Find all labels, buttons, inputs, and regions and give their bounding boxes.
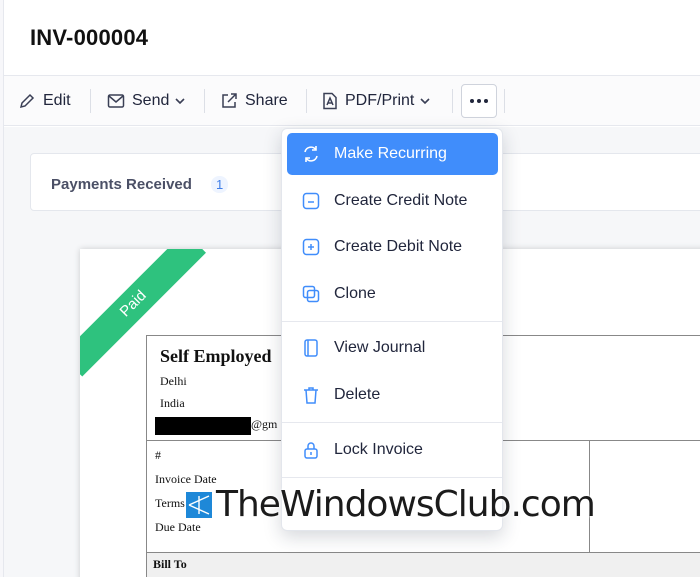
company-country: India (160, 396, 185, 410)
menu-item-label: Lock Invoice (334, 441, 423, 458)
menu-item-create-credit-note[interactable]: Create Credit Note (287, 180, 498, 222)
page-header: INV-000004 (4, 0, 700, 76)
toolbar: Edit Send Share PDF/Print (4, 76, 700, 126)
redacted-email (155, 417, 251, 435)
menu-item-lock-invoice[interactable]: Lock Invoice (287, 429, 498, 471)
journal-icon (304, 339, 318, 357)
terms-label: Terms (155, 496, 185, 510)
menu-item-view-journal[interactable]: View Journal (287, 327, 498, 369)
toolbar-divider (306, 89, 307, 113)
menu-item-label: Create Debit Note (334, 238, 463, 255)
more-options-button[interactable] (461, 84, 497, 118)
recurring-icon (304, 146, 318, 162)
menu-item-label: View Journal (334, 339, 426, 356)
menu-item-label: Create Credit Note (334, 192, 468, 209)
menu-item-create-debit-note[interactable]: Create Debit Note (287, 226, 498, 268)
pencil-icon (19, 93, 35, 109)
company-city: Delhi (160, 374, 187, 388)
bill-to-header: Bill To (147, 553, 700, 577)
debit-note-icon (302, 238, 320, 256)
more-options-menu: Make Recurring Create Credit Note Create… (281, 128, 503, 531)
company-name: Self Employed (160, 346, 272, 366)
chevron-down-icon (420, 98, 430, 105)
menu-item-delete[interactable]: Delete (287, 374, 498, 416)
toolbar-divider (452, 89, 453, 113)
invoice-hash-label: # (155, 448, 161, 462)
send-label: Send (132, 92, 170, 109)
watermark-text: TheWindowsClub.com (216, 484, 596, 525)
watermark: TheWindowsClub.com (186, 484, 596, 525)
trash-icon (304, 387, 318, 404)
menu-item-clone[interactable]: Clone (287, 273, 498, 315)
more-horizontal-icon (470, 99, 488, 103)
windows-logo-icon (186, 491, 212, 518)
pdf-print-label: PDF/Print (345, 92, 415, 109)
clone-icon (302, 285, 320, 303)
menu-item-label: Delete (334, 386, 381, 403)
toolbar-divider (504, 89, 505, 113)
menu-divider (282, 422, 502, 423)
menu-item-label: Clone (334, 285, 376, 302)
edit-label: Edit (43, 92, 71, 109)
share-icon (222, 93, 237, 108)
menu-item-make-recurring[interactable]: Make Recurring (287, 133, 498, 175)
send-button[interactable]: Send (107, 76, 192, 126)
company-email: @gm (251, 417, 278, 431)
bill-to-label: Bill To (153, 557, 187, 571)
envelope-icon (107, 94, 125, 108)
share-button[interactable]: Share (220, 76, 288, 126)
menu-item-label: Make Recurring (334, 145, 447, 162)
menu-divider (282, 477, 502, 478)
credit-note-icon (302, 192, 320, 210)
chevron-down-icon (175, 98, 185, 105)
toolbar-divider (90, 89, 91, 113)
share-label: Share (245, 92, 288, 109)
toolbar-divider (204, 89, 205, 113)
menu-divider (282, 321, 502, 322)
payments-received-label: Payments Received (51, 176, 192, 193)
lock-icon (304, 442, 318, 459)
pdf-print-button[interactable]: PDF/Print (322, 76, 437, 126)
page-title: INV-000004 (30, 25, 149, 50)
pdf-icon (323, 92, 337, 110)
payments-count-badge: 1 (211, 176, 229, 193)
edit-button[interactable]: Edit (18, 76, 71, 126)
